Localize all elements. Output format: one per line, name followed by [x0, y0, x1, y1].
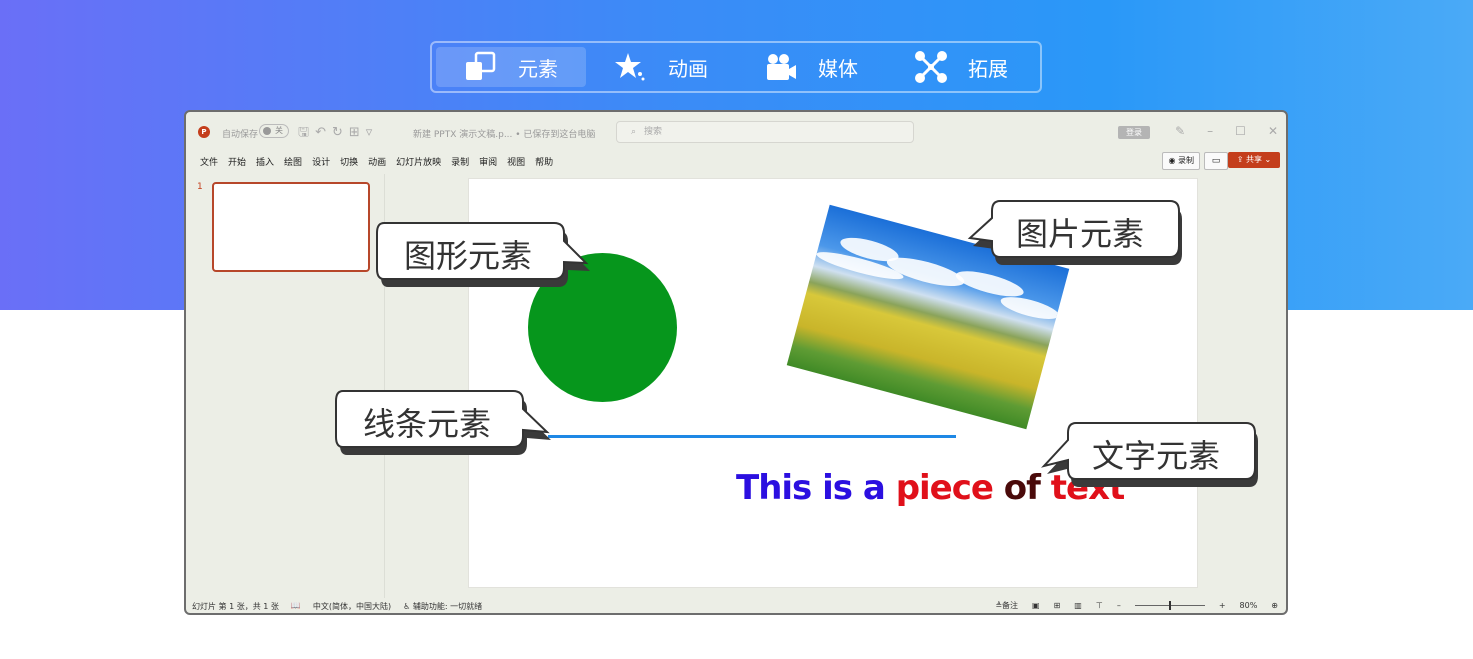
- redo-icon[interactable]: ↻: [332, 125, 349, 140]
- status-bar: 幻灯片 第 1 张，共 1 张 📖 中文(简体，中国大陆) ♿ 辅助功能: 一切…: [186, 598, 1286, 613]
- menu-item[interactable]: 绘图: [284, 155, 302, 168]
- tab-elements[interactable]: 元素: [436, 47, 586, 87]
- accessibility-status[interactable]: ♿ 辅助功能: 一切就绪: [403, 601, 482, 612]
- animation-star-icon: [615, 53, 645, 81]
- slide-info: 幻灯片 第 1 张，共 1 张: [192, 602, 279, 611]
- fit-to-window-icon[interactable]: ⊕: [1271, 601, 1278, 610]
- title-bar: P 自动保存 关 🖫↶↻⊞▿ 新建 PPTX 演示文稿.p... • 已保存到这…: [186, 112, 1286, 150]
- record-icon: ◉: [1168, 156, 1178, 165]
- menu-item[interactable]: 设计: [312, 155, 330, 168]
- feature-tabbar: 元素 动画 媒体 拓展: [430, 41, 1042, 93]
- text-word: This: [736, 468, 812, 508]
- search-placeholder: 搜索: [644, 127, 663, 137]
- autosave-toggle[interactable]: 关: [259, 124, 289, 138]
- search-input[interactable]: ⌕ 搜索: [616, 121, 914, 143]
- notes-button[interactable]: ≜备注: [995, 600, 1018, 611]
- share-button[interactable]: ⇪ 共享 ⌄: [1228, 152, 1280, 168]
- ribbon-menu: 文件 开始 插入 绘图 设计 切换 动画 幻灯片放映 录制 审阅 视图 帮助 ◉ 录制 ▭ ⇪ 共享 …: [186, 150, 1286, 172]
- share-label: 共享: [1246, 155, 1262, 164]
- slide-sorter-icon[interactable]: ⊞: [1054, 601, 1061, 610]
- customize-chevron-icon[interactable]: ▿: [366, 125, 379, 140]
- slideshow-icon[interactable]: ⊤: [1096, 601, 1103, 610]
- tab-animation-label: 动画: [668, 56, 708, 81]
- video-camera-icon: [767, 54, 796, 80]
- maximize-icon[interactable]: ☐: [1235, 124, 1246, 138]
- chevron-down-icon: ⌄: [1262, 155, 1272, 164]
- slide-thumbnail[interactable]: [212, 182, 370, 272]
- pen-icon[interactable]: ✎: [1175, 124, 1185, 138]
- zoom-slider[interactable]: [1134, 601, 1205, 610]
- powerpoint-logo-icon: P: [198, 126, 210, 138]
- image-callout-label: 图片元素: [1016, 215, 1145, 253]
- menu-item[interactable]: 审阅: [479, 155, 497, 168]
- menu-item[interactable]: 幻灯片放映: [396, 155, 441, 168]
- login-button[interactable]: 登录: [1118, 126, 1150, 139]
- undo-icon[interactable]: ↶: [315, 125, 332, 140]
- zoom-in-icon[interactable]: +: [1219, 601, 1226, 610]
- minimize-icon[interactable]: –: [1207, 124, 1213, 138]
- menu-item[interactable]: 动画: [368, 155, 386, 168]
- search-icon: ⌕: [631, 127, 637, 137]
- slide-number: 1: [197, 182, 203, 192]
- tab-media[interactable]: 媒体: [736, 47, 886, 87]
- quick-access-toolbar: 🖫↶↻⊞▿: [298, 123, 378, 145]
- menu-item[interactable]: 文件: [200, 155, 218, 168]
- autosave-state: 关: [275, 126, 283, 135]
- menu-item[interactable]: 开始: [228, 155, 246, 168]
- comment-icon: ▭: [1211, 156, 1221, 166]
- line-callout-label: 线条元素: [363, 405, 492, 443]
- text-word: piece: [895, 468, 994, 508]
- extension-network-icon: [915, 51, 947, 83]
- notes-label: 备注: [1002, 601, 1019, 610]
- tab-elements-label: 元素: [518, 56, 558, 81]
- record-label: 录制: [1178, 156, 1194, 165]
- text-word: is: [822, 468, 853, 508]
- tab-animation[interactable]: 动画: [586, 47, 736, 87]
- powerpoint-window: P 自动保存 关 🖫↶↻⊞▿ 新建 PPTX 演示文稿.p... • 已保存到这…: [184, 110, 1288, 615]
- normal-view-icon[interactable]: ▣: [1032, 601, 1040, 610]
- zoom-out-icon[interactable]: –: [1117, 601, 1121, 610]
- document-title[interactable]: 新建 PPTX 演示文稿.p... • 已保存到这台电脑: [413, 127, 595, 140]
- tab-media-label: 媒体: [818, 56, 858, 81]
- window-controls: ✎ – ☐ ✕: [1175, 124, 1278, 138]
- spellcheck-icon[interactable]: 📖: [291, 601, 301, 612]
- elements-icon: [466, 51, 496, 80]
- menu-item[interactable]: 录制: [451, 155, 469, 168]
- share-icon: ⇪: [1236, 155, 1246, 164]
- zoom-level[interactable]: 80%: [1240, 601, 1258, 610]
- menu-items: 文件 开始 插入 绘图 设计 切换 动画 幻灯片放映 录制 审阅 视图 帮助: [200, 155, 553, 168]
- menu-item[interactable]: 切换: [340, 155, 358, 168]
- tab-extension[interactable]: 拓展: [886, 47, 1036, 87]
- close-icon[interactable]: ✕: [1268, 124, 1278, 138]
- text-callout-label: 文字元素: [1092, 437, 1221, 475]
- comment-button[interactable]: ▭: [1204, 152, 1228, 170]
- language-indicator[interactable]: 中文(简体，中国大陆): [313, 601, 391, 612]
- accessibility-label: 辅助功能: 一切就绪: [412, 602, 483, 611]
- reading-view-icon[interactable]: ▥: [1074, 601, 1082, 610]
- menu-item[interactable]: 视图: [507, 155, 525, 168]
- text-word: a: [862, 468, 886, 508]
- text-word: of: [1003, 468, 1041, 508]
- notes-icon: ≜: [995, 601, 1003, 610]
- slide-thumbnail-pane: 1: [186, 174, 385, 598]
- tab-extension-label: 拓展: [968, 56, 1008, 81]
- accessibility-icon: ♿: [403, 602, 413, 611]
- shape-callout-label: 图形元素: [404, 237, 533, 275]
- autosave-label: 自动保存: [222, 130, 259, 140]
- save-icon[interactable]: 🖫: [298, 125, 315, 140]
- record-button[interactable]: ◉ 录制: [1162, 152, 1200, 170]
- present-icon[interactable]: ⊞: [349, 125, 366, 140]
- menu-item[interactable]: 帮助: [535, 155, 553, 168]
- menu-item[interactable]: 插入: [256, 155, 274, 168]
- photo-cloud: [998, 292, 1061, 324]
- blue-line-shape[interactable]: [548, 435, 956, 438]
